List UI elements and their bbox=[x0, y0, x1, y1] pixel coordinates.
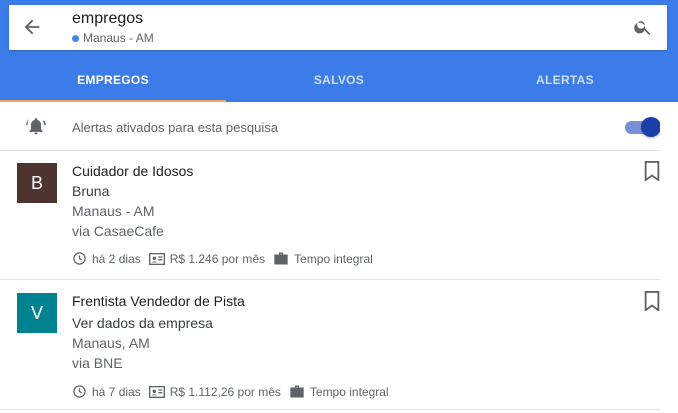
job-source: via BNE bbox=[72, 355, 123, 371]
job-company[interactable]: Ver dados da empresa bbox=[72, 315, 213, 331]
job-card[interactable]: B Cuidador de Idosos Bruna Manaus - AM v… bbox=[0, 151, 660, 280]
company-logo: B bbox=[17, 163, 57, 203]
company-logo: V bbox=[17, 293, 57, 333]
alert-text: Alertas ativados para esta pesquisa bbox=[72, 120, 278, 135]
posted-text: há 7 dias bbox=[92, 384, 141, 399]
salary-icon bbox=[148, 252, 165, 265]
briefcase-icon bbox=[290, 385, 304, 398]
job-type-text: Tempo integral bbox=[309, 384, 389, 399]
salary-text: R$ 1.246 por mês bbox=[169, 251, 266, 266]
location-dot-icon bbox=[72, 34, 79, 42]
salary-info: R$ 1.112,26 por mês bbox=[148, 384, 281, 399]
search-query[interactable]: empregos bbox=[72, 10, 143, 28]
search-location[interactable]: Manaus - AM bbox=[72, 31, 154, 45]
back-arrow-icon[interactable] bbox=[21, 16, 43, 38]
tab-salvos[interactable]: SALVOS bbox=[226, 58, 452, 102]
job-location: Manaus, AM bbox=[72, 335, 150, 351]
bookmark-icon[interactable] bbox=[643, 291, 661, 311]
job-source: via CasaeCafe bbox=[72, 223, 164, 239]
job-meta: há 7 dias R$ 1.112,26 por mês Tempo inte… bbox=[72, 384, 397, 399]
top-header: empregos Manaus - AM EMPREGOS SALVOS ALE… bbox=[0, 0, 678, 102]
salary-text: R$ 1.112,26 por mês bbox=[169, 384, 281, 399]
clock-icon bbox=[73, 385, 86, 398]
salary-icon bbox=[148, 385, 165, 398]
bell-icon bbox=[26, 118, 46, 135]
alert-row: Alertas ativados para esta pesquisa bbox=[0, 102, 661, 151]
clock-icon bbox=[73, 252, 86, 265]
job-card[interactable]: V Frentista Vendedor de Pista Ver dados … bbox=[0, 281, 660, 410]
alert-toggle[interactable] bbox=[625, 117, 661, 137]
job-type-info: Tempo integral bbox=[273, 251, 373, 266]
job-meta: há 2 dias R$ 1.246 por mês Tempo integra… bbox=[72, 251, 381, 266]
bookmark-icon[interactable] bbox=[643, 161, 661, 181]
scrollbar[interactable] bbox=[660, 102, 678, 413]
toggle-thumb bbox=[641, 117, 661, 137]
tab-bar: EMPREGOS SALVOS ALERTAS bbox=[0, 58, 678, 102]
job-type-info: Tempo integral bbox=[289, 384, 389, 399]
briefcase-icon bbox=[274, 252, 288, 265]
search-box[interactable]: empregos Manaus - AM bbox=[9, 5, 667, 50]
tab-alertas[interactable]: ALERTAS bbox=[452, 58, 678, 102]
search-location-text: Manaus - AM bbox=[83, 31, 154, 45]
job-type-text: Tempo integral bbox=[294, 251, 373, 266]
posted-text: há 2 dias bbox=[92, 251, 141, 266]
tab-empregos[interactable]: EMPREGOS bbox=[0, 58, 226, 102]
job-company: Bruna bbox=[72, 183, 110, 199]
posted-info: há 2 dias bbox=[72, 251, 141, 266]
job-title[interactable]: Frentista Vendedor de Pista bbox=[72, 293, 245, 309]
salary-info: R$ 1.246 por mês bbox=[148, 251, 266, 266]
search-icon[interactable] bbox=[633, 17, 653, 37]
posted-info: há 7 dias bbox=[72, 384, 141, 399]
job-location: Manaus - AM bbox=[72, 203, 155, 219]
job-title[interactable]: Cuidador de Idosos bbox=[72, 163, 193, 179]
